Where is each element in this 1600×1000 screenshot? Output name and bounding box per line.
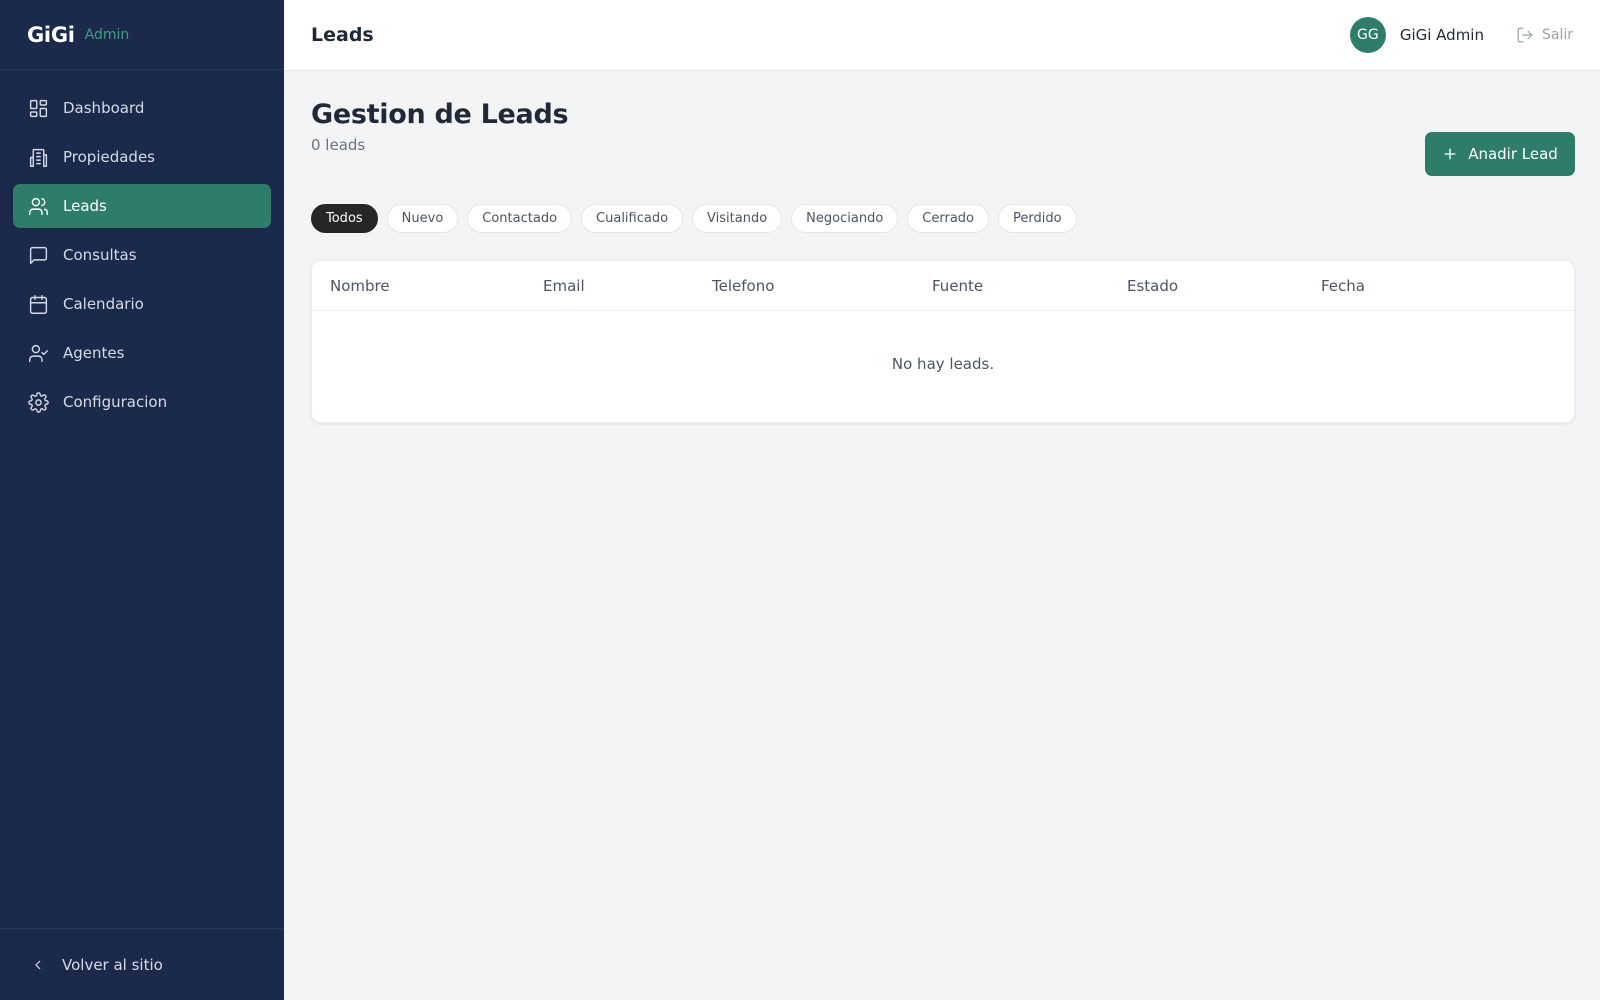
sidebar-item-label: Propiedades <box>63 148 155 166</box>
sidebar-nav: Dashboard Propiedades Leads Consultas Ca… <box>0 70 284 928</box>
filter-perdido[interactable]: Perdido <box>998 204 1077 233</box>
empty-state-message: No hay leads. <box>891 355 995 373</box>
sidebar-item-label: Configuracion <box>63 393 168 411</box>
users-icon <box>27 195 49 217</box>
column-header-telefono[interactable]: Telefono <box>712 277 932 295</box>
back-to-site-link[interactable]: Volver al sitio <box>0 928 284 1000</box>
column-header-email[interactable]: Email <box>543 277 712 295</box>
sidebar-item-label: Leads <box>63 197 107 215</box>
sidebar-item-propiedades[interactable]: Propiedades <box>13 135 271 179</box>
sidebar-item-agentes[interactable]: Agentes <box>13 331 271 375</box>
sidebar-item-leads[interactable]: Leads <box>13 184 271 228</box>
building-icon <box>27 146 49 168</box>
sidebar-item-dashboard[interactable]: Dashboard <box>13 86 271 130</box>
calendar-icon <box>27 293 49 315</box>
brand-name: GiGi <box>27 22 75 47</box>
user-name[interactable]: GiGi Admin <box>1400 26 1484 44</box>
status-filters: Todos Nuevo Contactado Cualificado Visit… <box>311 204 1575 233</box>
logout-icon <box>1517 27 1533 43</box>
column-header-estado[interactable]: Estado <box>1127 277 1321 295</box>
logout-button[interactable]: Salir <box>1516 26 1573 44</box>
filter-negociando[interactable]: Negociando <box>791 204 899 233</box>
sidebar-item-label: Dashboard <box>63 99 145 117</box>
chat-icon <box>27 244 49 266</box>
filter-todos[interactable]: Todos <box>311 204 378 233</box>
user-check-icon <box>27 342 49 364</box>
brand-tag: Admin <box>84 26 130 43</box>
sidebar-item-label: Calendario <box>63 295 144 313</box>
column-header-nombre[interactable]: Nombre <box>330 277 543 295</box>
chevron-left-icon <box>35 960 41 969</box>
sidebar-item-consultas[interactable]: Consultas <box>13 233 271 277</box>
filter-nuevo[interactable]: Nuevo <box>386 204 459 233</box>
filter-visitando[interactable]: Visitando <box>692 204 783 233</box>
page-title: Gestion de Leads <box>311 99 569 130</box>
add-lead-button[interactable]: Anadir Lead <box>1425 132 1575 176</box>
filter-contactado[interactable]: Contactado <box>467 204 573 233</box>
sidebar-item-label: Consultas <box>63 246 137 264</box>
main-content: Gestion de Leads 0 leads Anadir Lead Tod… <box>311 71 1575 423</box>
column-header-fuente[interactable]: Fuente <box>932 277 1127 295</box>
sidebar: GiGi Admin Dashboard Propiedades Leads C… <box>0 0 284 1000</box>
filter-cerrado[interactable]: Cerrado <box>907 204 989 233</box>
sidebar-item-configuracion[interactable]: Configuracion <box>13 380 271 424</box>
sidebar-item-calendario[interactable]: Calendario <box>13 282 271 326</box>
sidebar-item-label: Agentes <box>63 344 125 362</box>
brand[interactable]: GiGi Admin <box>0 0 284 70</box>
lead-count: 0 leads <box>311 136 366 154</box>
plus-icon <box>1444 148 1456 160</box>
gear-icon <box>27 391 49 413</box>
filter-cualificado[interactable]: Cualificado <box>581 204 684 233</box>
top-bar: Leads GG GiGi Admin Salir <box>284 0 1600 71</box>
back-to-site-label: Volver al sitio <box>62 955 163 974</box>
page-header: Gestion de Leads 0 leads Anadir Lead <box>311 71 1575 176</box>
leads-table: Nombre Email Telefono Fuente Estado Fech… <box>311 260 1575 423</box>
column-header-fecha[interactable]: Fecha <box>1321 277 1365 295</box>
logout-label: Salir <box>1541 27 1573 43</box>
table-header: Nombre Email Telefono Fuente Estado Fech… <box>312 261 1574 311</box>
add-lead-label: Anadir Lead <box>1468 145 1558 163</box>
avatar[interactable]: GG <box>1349 17 1386 53</box>
topbar-title: Leads <box>311 24 374 46</box>
dashboard-grid-icon <box>27 97 49 119</box>
